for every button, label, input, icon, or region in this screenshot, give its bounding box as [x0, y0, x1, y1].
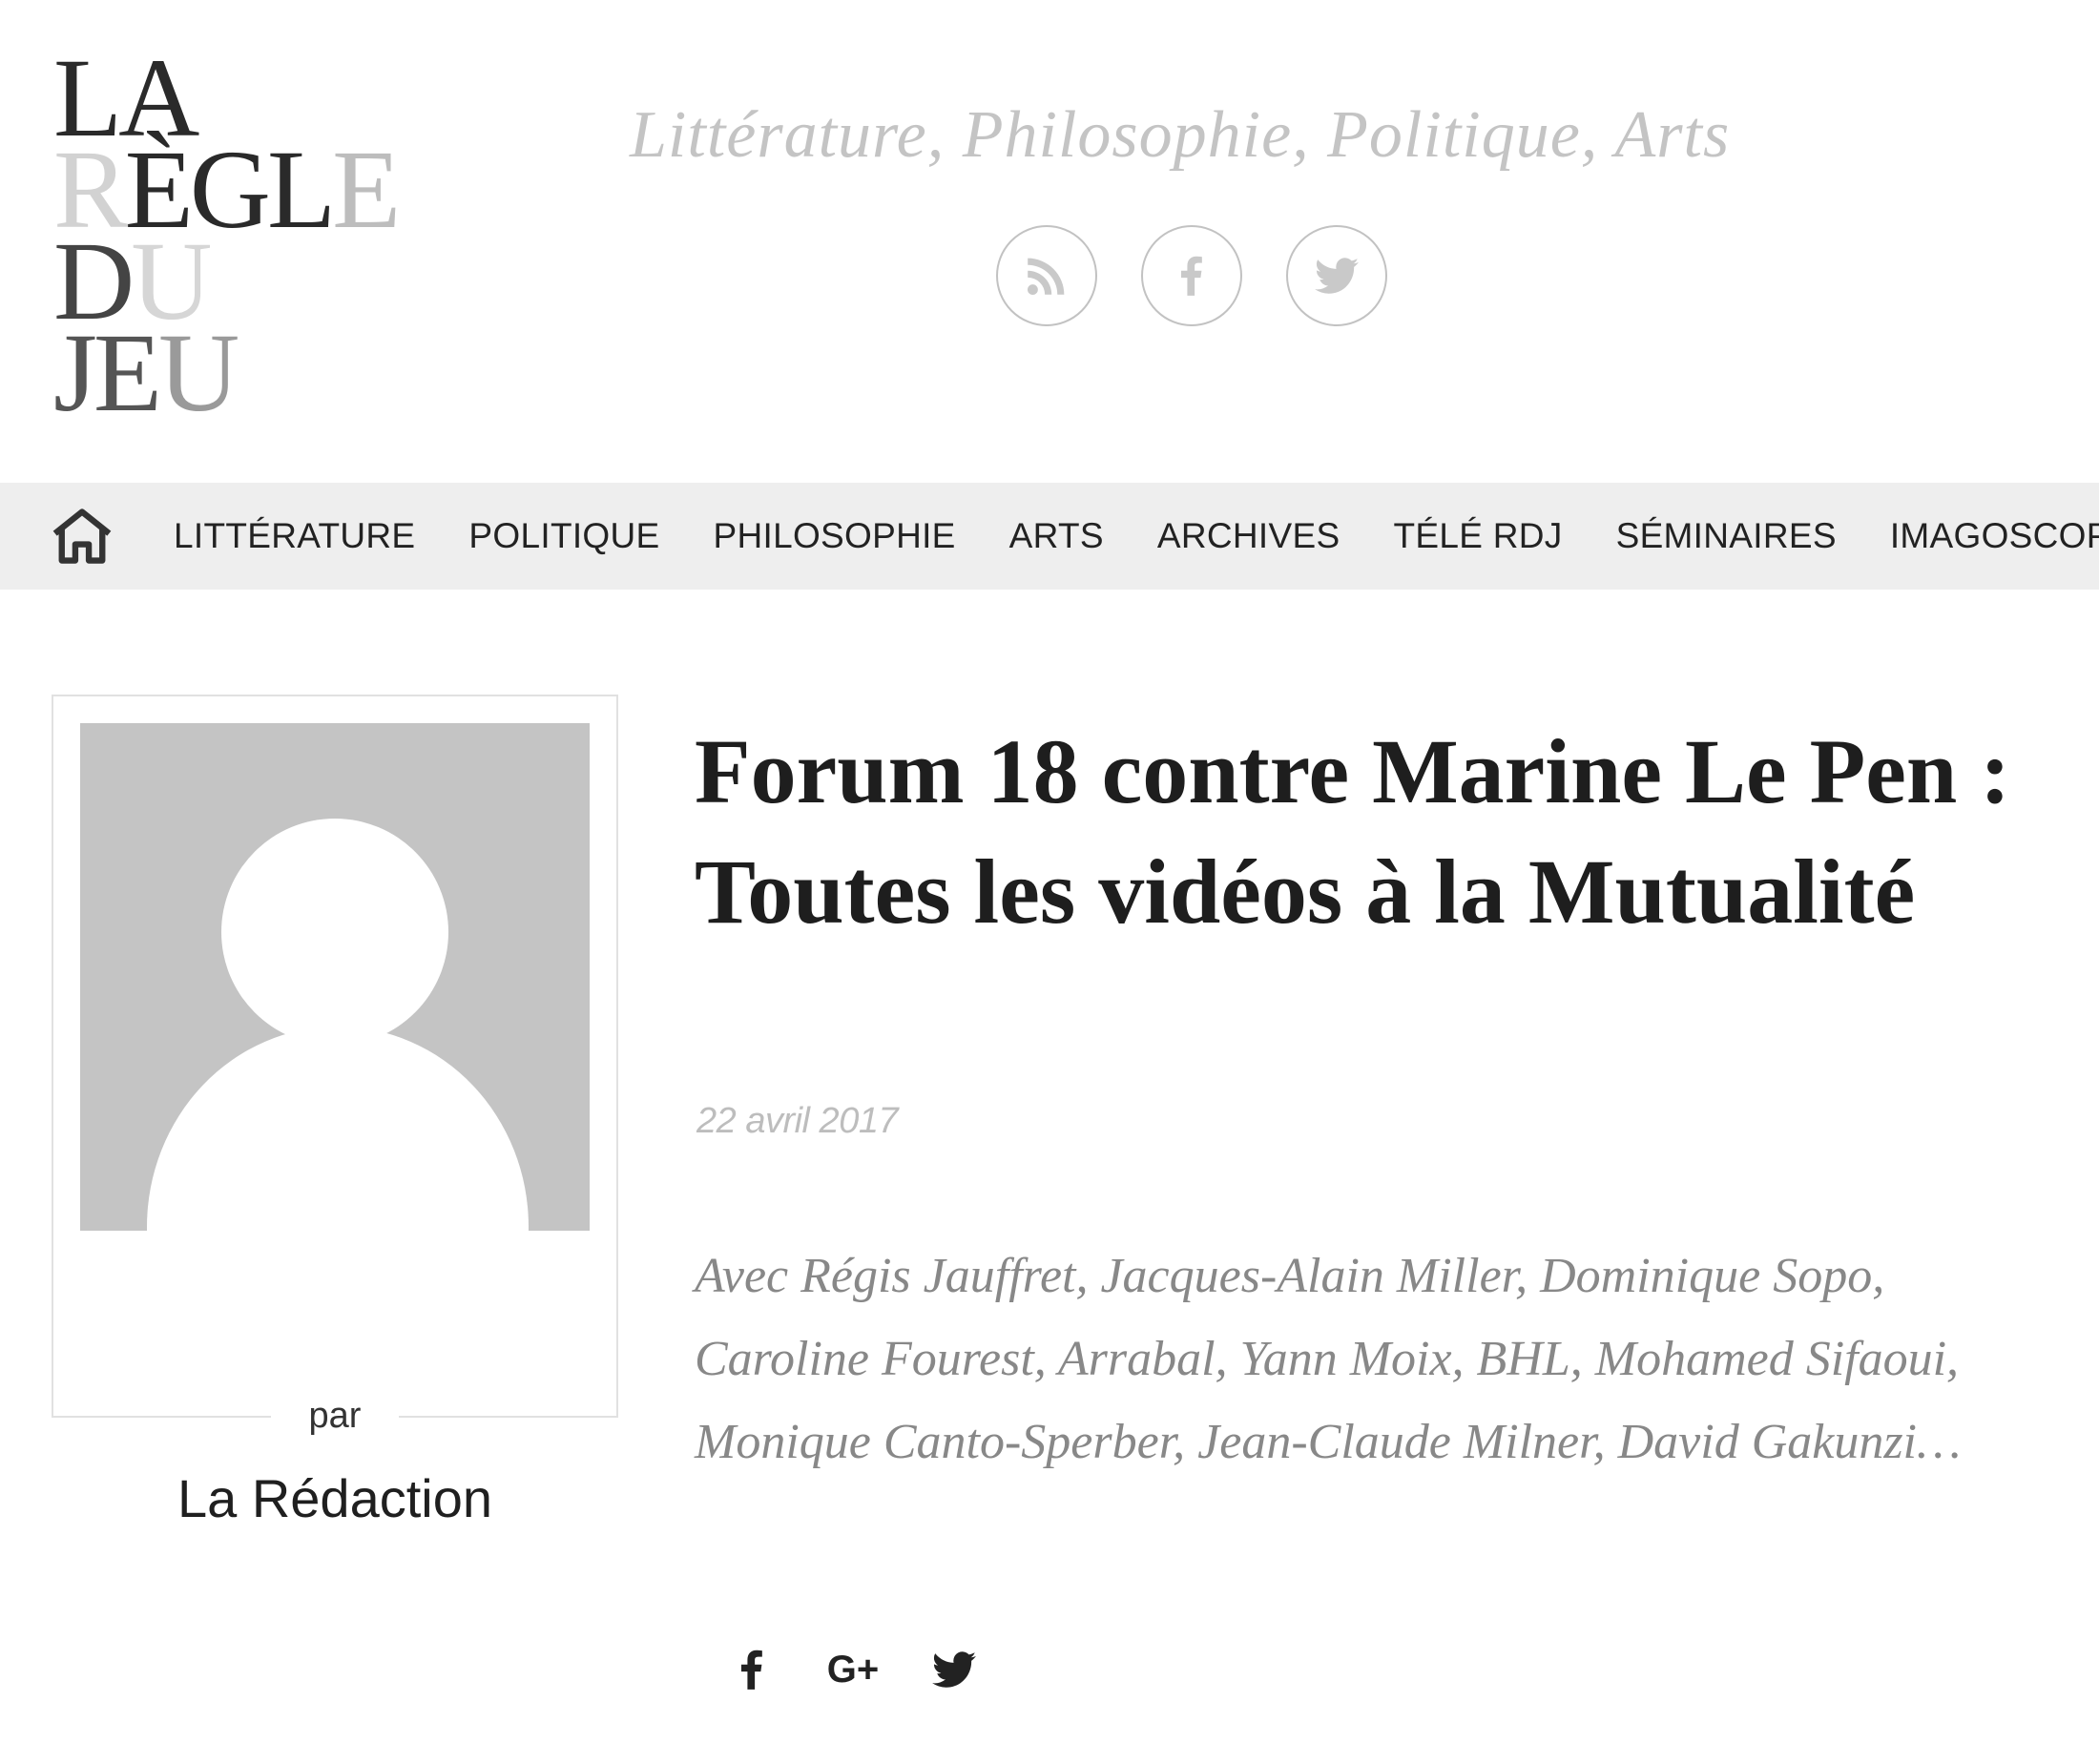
nav-item-litterature[interactable]: LITTÉRATURE [174, 516, 415, 556]
facebook-icon [740, 1650, 762, 1690]
site-tagline: Littérature, Philosophie, Politique, Art… [630, 98, 1731, 172]
header-social-links [996, 225, 1387, 326]
share-twitter-button[interactable] [927, 1643, 981, 1696]
author-avatar[interactable] [80, 723, 590, 1231]
home-button[interactable] [50, 504, 114, 569]
rss-icon [1028, 258, 1065, 295]
nav-item-seminaires[interactable]: SÉMINAIRES [1616, 516, 1837, 556]
nav-item-imagoscope[interactable]: IMAGOSCOPE [1890, 516, 2099, 556]
twitter-icon [932, 1651, 976, 1688]
nav-item-philosophie[interactable]: PHILOSOPHIE [714, 516, 956, 556]
nav-item-politique[interactable]: POLITIQUE [468, 516, 659, 556]
home-icon [52, 508, 112, 564]
share-facebook-button[interactable] [725, 1643, 779, 1696]
article-excerpt: Avec Régis Jauffret, Jacques-Alain Mille… [695, 1249, 1962, 1469]
article-date: 22 avril 2017 [696, 1101, 899, 1141]
facebook-button[interactable] [1141, 225, 1242, 326]
author-card [52, 695, 618, 1418]
avatar-head-shape [221, 819, 448, 1046]
nav-item-archives[interactable]: ARCHIVES [1157, 516, 1340, 556]
author-by-label: par [0, 1396, 670, 1437]
twitter-icon [1315, 258, 1359, 294]
twitter-button[interactable] [1286, 225, 1387, 326]
nav-item-arts[interactable]: ARTS [1009, 516, 1104, 556]
author-name[interactable]: La Rédaction [0, 1467, 670, 1529]
site-logo[interactable]: LA RÈGLE DU JEU [53, 42, 473, 429]
avatar-body-shape [147, 1027, 529, 1231]
rss-button[interactable] [996, 225, 1097, 326]
facebook-icon [1180, 256, 1202, 296]
article-title[interactable]: Forum 18 contre Marine Le Pen : Toutes l… [695, 712, 2049, 952]
share-google-plus-button[interactable]: G+ [826, 1643, 880, 1696]
google-plus-icon: G+ [826, 1648, 880, 1691]
share-links: G+ [725, 1643, 981, 1696]
nav-item-tele-rdj[interactable]: TÉLÉ RDJ [1393, 516, 1562, 556]
main-nav: LITTÉRATURE POLITIQUE PHILOSOPHIE ARTS A… [0, 483, 2099, 590]
logo-line-4: JEU [53, 310, 239, 435]
